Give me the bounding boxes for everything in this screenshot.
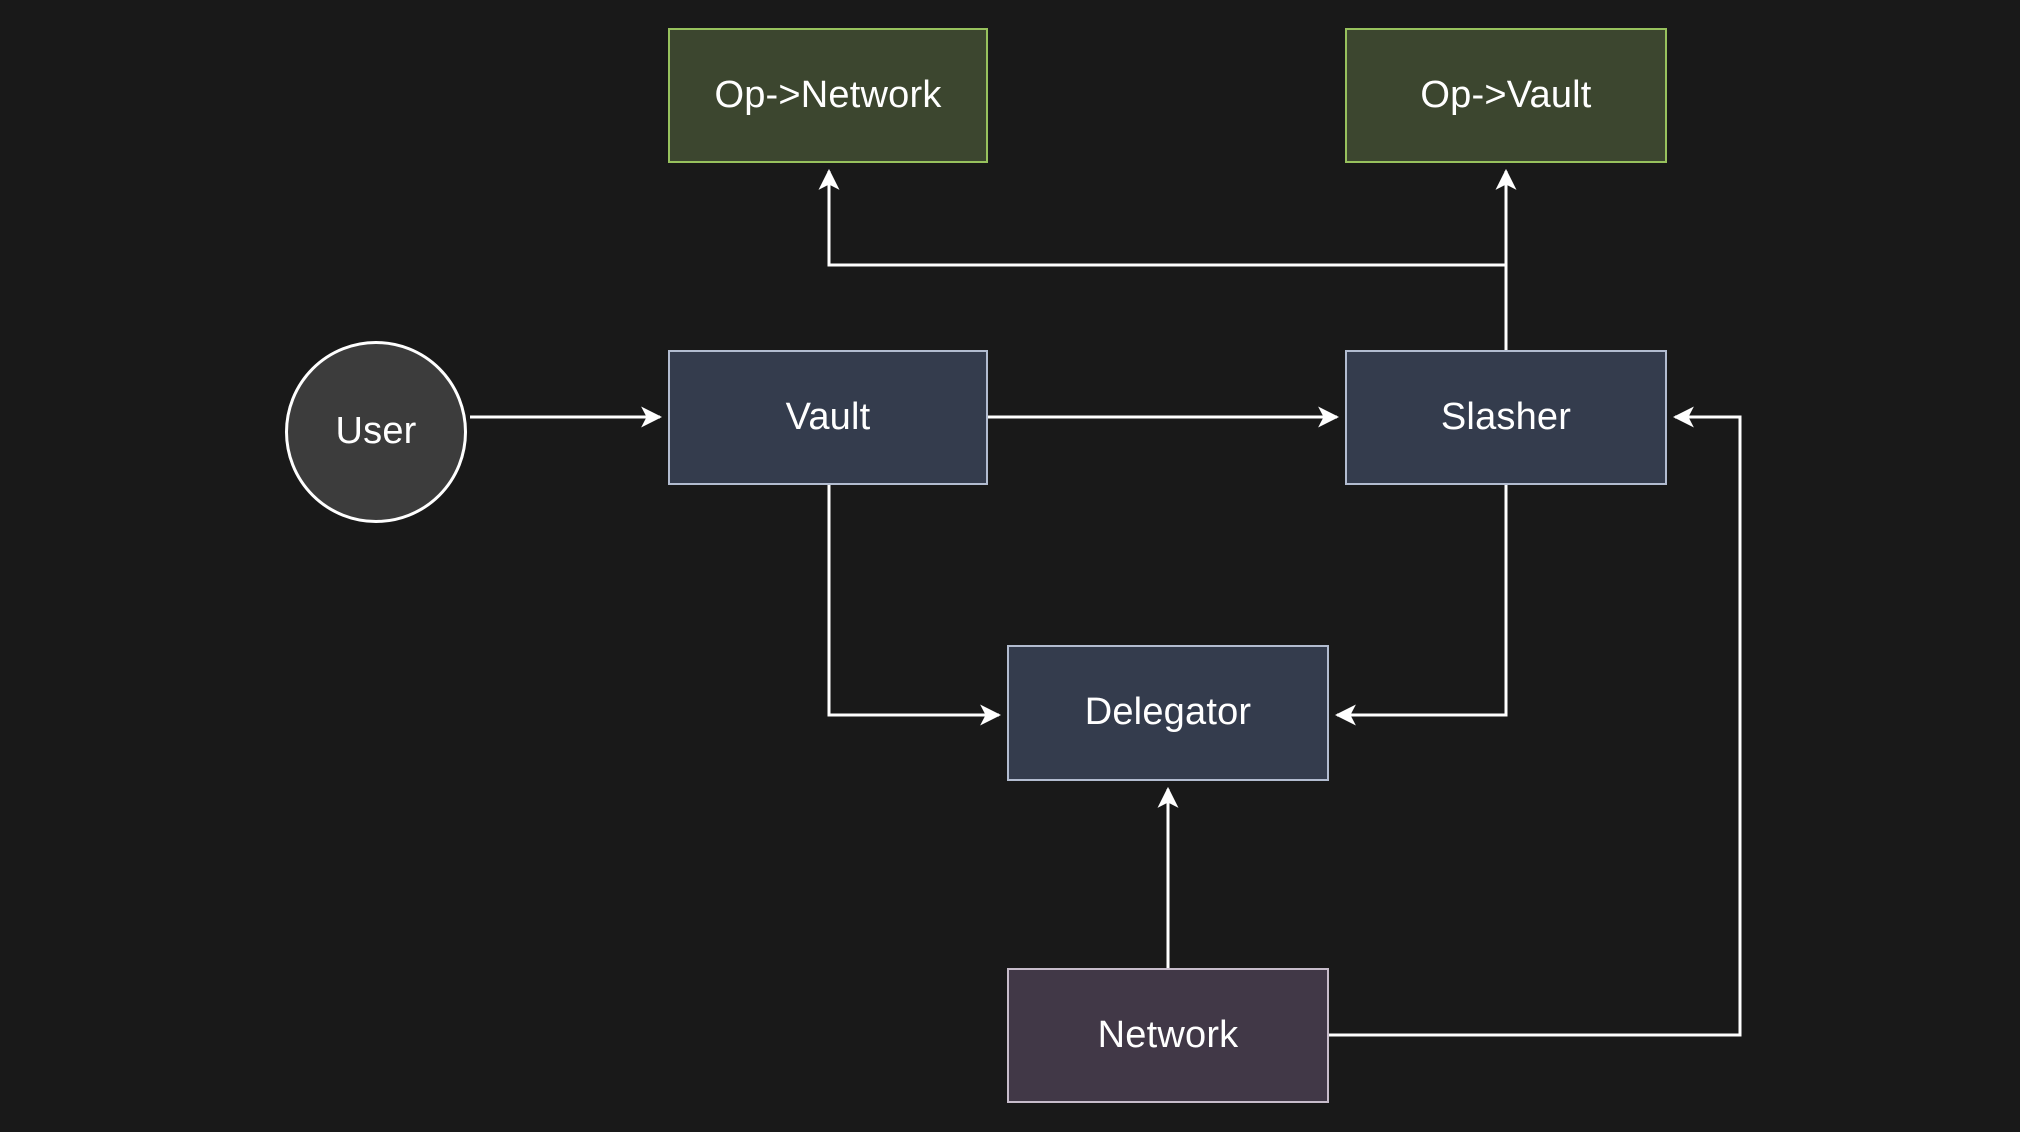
diagram-canvas: Op->Network Op->Vault User Vault Slasher… xyxy=(0,0,2020,1132)
node-delegator-label: Delegator xyxy=(1084,691,1252,734)
node-user[interactable]: User xyxy=(285,341,467,523)
edge-layer xyxy=(470,168,1742,1037)
node-slasher-label: Slasher xyxy=(1440,395,1572,438)
node-user-label: User xyxy=(335,410,417,453)
edges-group xyxy=(470,168,1742,1037)
node-op-vault[interactable]: Op->Vault xyxy=(1345,28,1667,163)
edge-slasher-to-delegator xyxy=(1334,485,1508,726)
node-op-network[interactable]: Op->Network xyxy=(668,28,988,163)
node-network-label: Network xyxy=(1097,1013,1239,1056)
edge-slasher-to-op-network xyxy=(818,168,1506,267)
node-op-network-label: Op->Network xyxy=(714,73,942,116)
node-vault-label: Vault xyxy=(785,395,871,438)
edge-network-to-slasher xyxy=(1329,406,1742,1037)
node-delegator[interactable]: Delegator xyxy=(1007,645,1329,781)
edge-vault-to-delegator xyxy=(827,485,1002,726)
node-vault[interactable]: Vault xyxy=(668,350,988,485)
node-op-vault-label: Op->Vault xyxy=(1420,73,1592,116)
node-network[interactable]: Network xyxy=(1007,968,1329,1103)
node-slasher[interactable]: Slasher xyxy=(1345,350,1667,485)
